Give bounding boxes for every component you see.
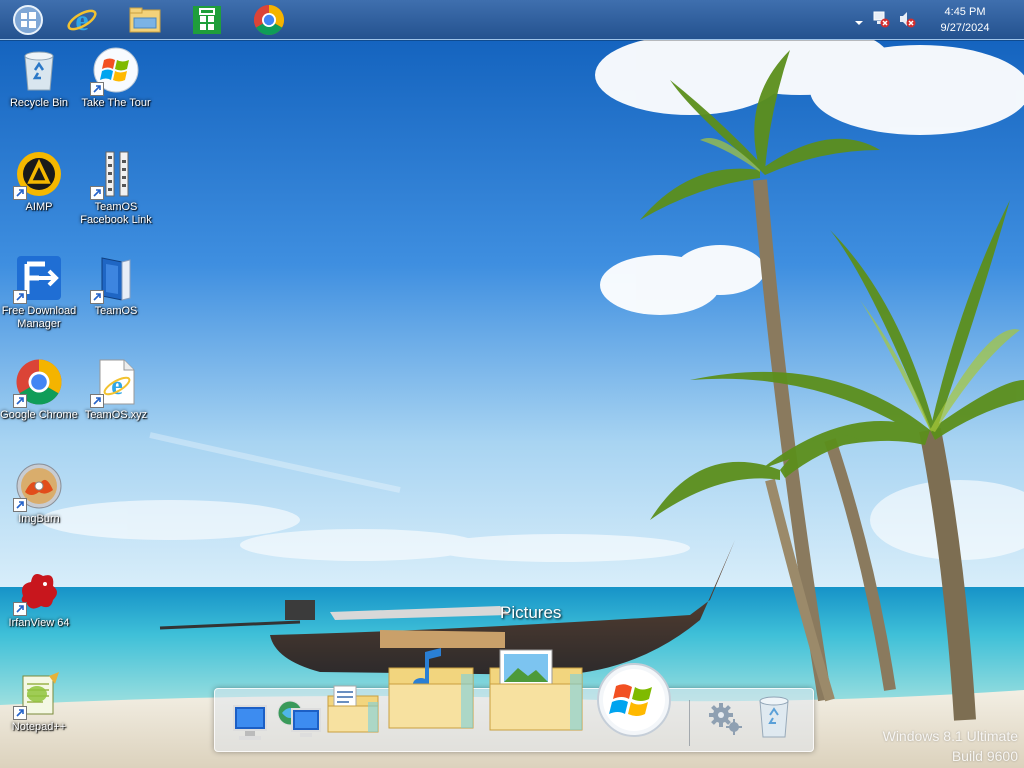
pictures-folder-icon — [489, 649, 583, 731]
taskbar-windows-store[interactable] — [187, 2, 227, 37]
start-button[interactable] — [8, 2, 48, 37]
dock-separator — [689, 700, 690, 746]
desktop-icon-notepad-plus-plus[interactable]: Notepad++ — [0, 670, 78, 734]
dock-item-recycle-bin[interactable] — [754, 693, 794, 746]
volume-tray-button[interactable] — [898, 10, 916, 33]
desktop-icon-label: Take The Tour — [81, 97, 151, 109]
recycle-bin-icon — [24, 51, 54, 91]
taskbar-google-chrome[interactable] — [249, 2, 289, 37]
desktop-icon-recycle-bin[interactable]: Recycle Bin — [0, 46, 78, 110]
show-hidden-icons-chevron-icon — [855, 21, 863, 25]
google-chrome-icon — [253, 4, 285, 35]
start-orb-icon — [597, 663, 671, 737]
shortcut-arrow-icon — [13, 498, 27, 512]
desktop-icon-label: Recycle Bin — [9, 97, 69, 109]
desktop-icon-label: ImgBurn — [18, 513, 60, 525]
shortcut-arrow-icon — [13, 186, 27, 200]
dock-item-start-orb[interactable] — [596, 662, 672, 743]
desktop-icon-aimp[interactable]: AIMP — [0, 150, 78, 214]
desktop-icon-irfanview[interactable]: IrfanView 64 — [0, 566, 78, 630]
clock-time: 4:45 PM — [944, 6, 986, 18]
dock-item-pictures[interactable] — [486, 646, 588, 741]
desktop-icon-take-the-tour[interactable]: Take The Tour — [77, 46, 155, 110]
desktop-icon-label: IrfanView 64 — [8, 617, 70, 629]
computer-icon — [233, 705, 267, 740]
documents-folder-icon — [327, 685, 379, 733]
desktop-icon-label: Google Chrome — [0, 409, 78, 421]
dock-item-computer[interactable] — [231, 703, 269, 748]
file-explorer-icon — [129, 7, 161, 32]
desktop-icon-google-chrome[interactable]: Google Chrome — [0, 358, 78, 422]
dock-item-settings[interactable] — [707, 701, 743, 742]
clock-date: 9/27/2024 — [940, 22, 990, 34]
system-tray: 4:45 PM 9/27/2024 — [854, 0, 1024, 39]
music-folder-icon — [388, 648, 474, 729]
shortcut-arrow-icon — [90, 82, 104, 96]
internet-explorer-icon: e — [67, 4, 97, 36]
windows-store-icon — [193, 5, 221, 34]
network-disconnected-icon — [873, 11, 890, 28]
taskbar: e 4:45 PM 9/27/2024 — [0, 0, 1024, 40]
shortcut-arrow-icon — [13, 706, 27, 720]
desktop-icon-label: Notepad++ — [11, 721, 67, 733]
show-hidden-icons-button[interactable] — [854, 14, 864, 32]
shortcut-arrow-icon — [90, 186, 104, 200]
taskbar-file-explorer[interactable] — [125, 2, 165, 37]
svg-text:e: e — [75, 4, 88, 36]
dock-hover-label: Pictures — [500, 603, 562, 622]
dock-item-network[interactable] — [274, 697, 324, 748]
desktop-icon-label: TeamOS.xyz — [84, 409, 148, 421]
taskbar-internet-explorer[interactable]: e — [62, 2, 102, 37]
dock-item-music[interactable] — [385, 644, 481, 739]
desktop-icon-teamos-facebook-link[interactable]: TeamOS Facebook Link — [77, 150, 155, 227]
shortcut-arrow-icon — [13, 290, 27, 304]
desktop-icon-teamos[interactable]: TeamOS — [77, 254, 155, 318]
svg-text:e: e — [111, 371, 123, 400]
desktop-icon-teamos-xyz[interactable]: e TeamOS.xyz — [77, 358, 155, 422]
os-watermark: Windows 8.1 Ultimate Build 9600 — [883, 726, 1018, 766]
desktop-icon-free-download-manager[interactable]: Free Download Manager — [0, 254, 78, 331]
watermark-build: Build 9600 — [951, 748, 1018, 764]
desktop-icon-label: TeamOS — [94, 305, 138, 317]
shortcut-arrow-icon — [90, 290, 104, 304]
desktop-icon-label: TeamOS Facebook Link — [80, 201, 152, 226]
desktop-icon-label: AIMP — [25, 201, 53, 213]
watermark-edition: Windows 8.1 Ultimate — [882, 728, 1018, 744]
shortcut-arrow-icon — [13, 602, 27, 616]
settings-gear-icon — [709, 703, 742, 735]
shortcut-arrow-icon — [13, 394, 27, 408]
desktop-icon-label: Free Download Manager — [1, 305, 77, 330]
taskbar-clock[interactable]: 4:45 PM 9/27/2024 — [930, 4, 1000, 36]
volume-muted-icon — [900, 12, 916, 28]
network-icon — [277, 700, 321, 737]
recycle-bin-glass-icon — [759, 696, 789, 738]
shortcut-arrow-icon — [90, 394, 104, 408]
desktop-icon-imgburn[interactable]: ImgBurn — [0, 462, 78, 526]
network-tray-button[interactable] — [872, 10, 890, 33]
start-icon — [13, 4, 43, 35]
dock-item-documents[interactable] — [324, 684, 382, 741]
